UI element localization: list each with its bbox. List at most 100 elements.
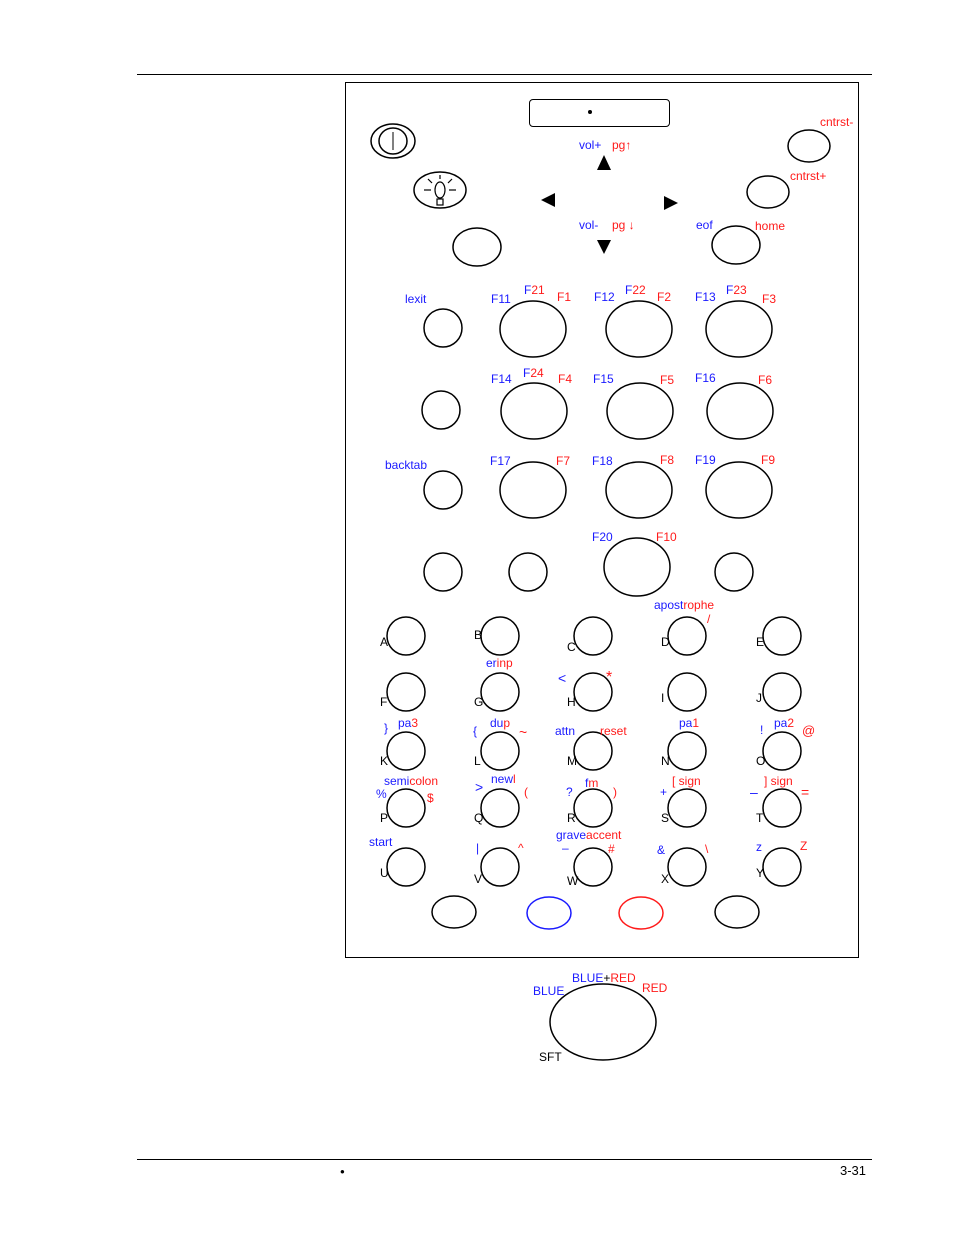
key-label-c: C	[567, 640, 576, 654]
pg-down-label: pg ↓	[612, 218, 635, 232]
key-p[interactable]	[386, 788, 426, 828]
key-a[interactable]	[386, 616, 426, 656]
key-d[interactable]	[667, 616, 707, 656]
key-b[interactable]	[480, 616, 520, 656]
key-j[interactable]	[762, 672, 802, 712]
key-q[interactable]	[480, 788, 520, 828]
blank-key-row2[interactable]	[421, 390, 461, 430]
contrast-plus-key[interactable]	[746, 175, 790, 209]
key-v[interactable]	[480, 847, 520, 887]
vol-down-label: vol-	[579, 218, 599, 232]
down-arrow-key[interactable]	[597, 240, 611, 254]
key-label-y: Y	[756, 866, 765, 880]
tilde-label: ~	[519, 724, 528, 740]
semicolon-label: semicolon	[384, 774, 439, 788]
pipe-label: |	[476, 841, 480, 855]
left-brace-label: {	[473, 724, 478, 738]
key-c[interactable]	[573, 616, 613, 656]
f9-key[interactable]	[705, 461, 773, 519]
greater-than-label: >	[475, 779, 484, 795]
f13-label: F13	[695, 290, 716, 304]
blank-key-a[interactable]	[423, 552, 463, 592]
key-label-r: R	[567, 811, 576, 825]
f12-label: F12	[594, 290, 615, 304]
pa2-label: pa2	[774, 716, 795, 730]
f8-key[interactable]	[605, 461, 673, 519]
f4-key[interactable]	[500, 382, 568, 440]
pg-up-label: pg↑	[612, 138, 632, 152]
blank-key-b[interactable]	[508, 552, 548, 592]
bottom-key-4[interactable]	[714, 895, 760, 929]
backlight-key[interactable]	[413, 171, 467, 209]
f14-label: F14	[491, 372, 512, 386]
f7-key[interactable]	[499, 461, 567, 519]
f3-key[interactable]	[705, 300, 773, 358]
key-label-u: U	[380, 866, 389, 880]
plus-label: +	[660, 785, 668, 799]
key-label-l: L	[474, 754, 481, 768]
page-number: 3-31	[839, 1163, 866, 1178]
key-f[interactable]	[386, 672, 426, 712]
f1-label: F1	[557, 290, 572, 304]
f3-label: F3	[762, 292, 777, 306]
question-label: ?	[566, 785, 573, 799]
key-l[interactable]	[480, 731, 520, 771]
key-label-j: J	[756, 691, 762, 705]
ampersand-label: &	[657, 843, 666, 857]
key-e[interactable]	[762, 616, 802, 656]
f20-label: F20	[592, 530, 613, 544]
contrast-minus-key[interactable]	[787, 129, 831, 163]
key-g[interactable]	[480, 672, 520, 712]
left-top-key[interactable]	[452, 227, 502, 267]
blank-key-c[interactable]	[714, 552, 754, 592]
key-label-v: V	[474, 872, 483, 886]
f1-key[interactable]	[499, 300, 567, 358]
left-arrow-key[interactable]	[541, 193, 555, 207]
key-label-h: H	[567, 695, 576, 709]
left-bracket-sign-label: [ sign	[672, 774, 701, 788]
key-x[interactable]	[667, 847, 707, 887]
home-key[interactable]	[711, 225, 761, 265]
bottom-key-1[interactable]	[431, 895, 477, 929]
key-label-e: E	[756, 635, 765, 649]
key-n[interactable]	[667, 731, 707, 771]
up-arrow-key[interactable]	[597, 155, 611, 170]
lexit-key[interactable]	[423, 308, 463, 348]
backtab-key[interactable]	[423, 470, 463, 510]
right-arrow-key[interactable]	[664, 196, 678, 210]
f5-key[interactable]	[606, 382, 674, 440]
blue-key[interactable]	[526, 896, 572, 930]
f10-key[interactable]	[603, 537, 671, 597]
home-label: home	[755, 219, 786, 233]
power-key[interactable]	[370, 123, 416, 159]
key-k[interactable]	[386, 731, 426, 771]
minus-label: –	[750, 784, 758, 800]
key-o[interactable]	[762, 731, 802, 771]
key-u[interactable]	[386, 847, 426, 887]
f2-key[interactable]	[605, 300, 673, 358]
f22-label: F22	[625, 283, 646, 297]
f5-label: F5	[660, 373, 675, 387]
start-label: start	[369, 835, 393, 849]
key-w[interactable]	[573, 847, 613, 887]
key-r[interactable]	[573, 788, 613, 828]
key-y[interactable]	[762, 847, 802, 887]
key-label-n: N	[661, 754, 670, 768]
f6-key[interactable]	[706, 382, 774, 440]
key-label-o: O	[756, 754, 766, 768]
f24-label: F24	[523, 366, 544, 380]
right-bracket-sign-label: ] sign	[764, 774, 793, 788]
left-paren-label: (	[524, 785, 528, 799]
backlight-icon	[424, 175, 456, 206]
key-label-g: G	[474, 695, 484, 709]
key-label-a: A	[380, 635, 389, 649]
legend-blue-label: BLUE	[533, 984, 565, 998]
f7-label: F7	[556, 454, 571, 468]
key-label-i: I	[661, 691, 665, 705]
key-s[interactable]	[667, 788, 707, 828]
key-i[interactable]	[667, 672, 707, 712]
eof-label: eof	[696, 218, 713, 232]
caret-label: ^	[518, 841, 524, 855]
red-key[interactable]	[618, 896, 664, 930]
key-t[interactable]	[762, 788, 802, 828]
